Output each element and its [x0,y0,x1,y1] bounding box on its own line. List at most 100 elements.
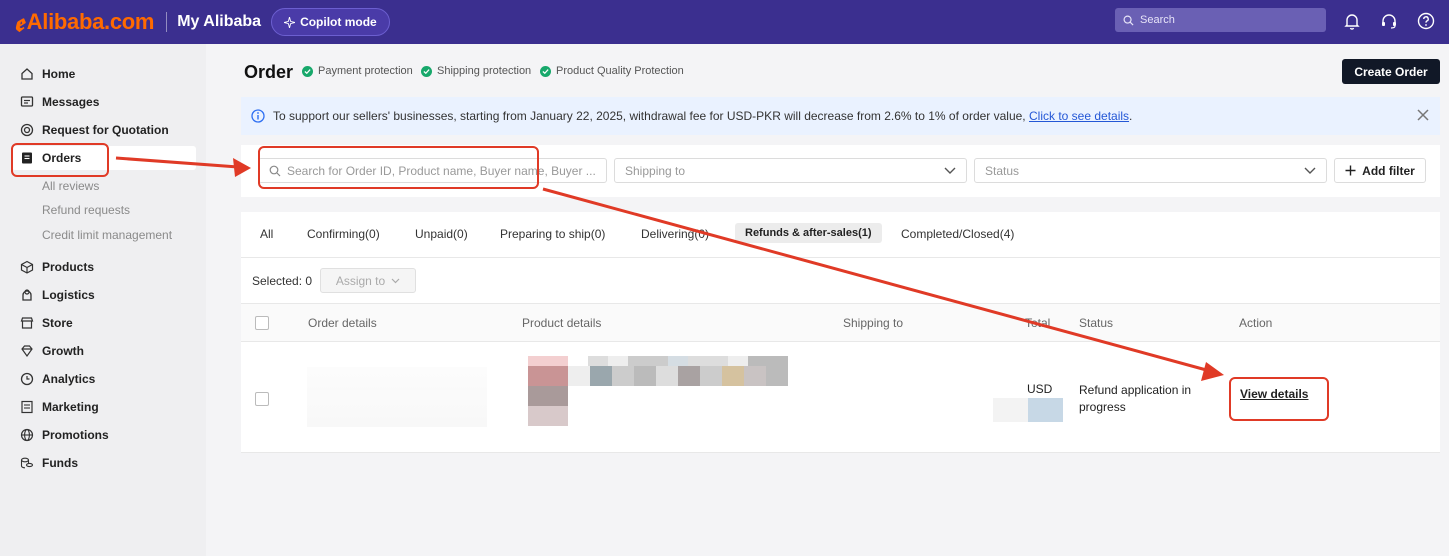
chevron-down-icon [1304,167,1316,174]
assign-to-label: Assign to [335,273,386,288]
sidebar-item-label: Funds [42,456,78,470]
sidebar-item-label: Store [42,316,73,330]
notice-banner: To support our sellers' businesses, star… [241,97,1440,135]
divider [166,12,168,32]
close-icon[interactable] [1416,108,1430,122]
protection-badge: Product Quality Protection [540,65,684,77]
alibaba-logo[interactable]: ꬲ Alibaba.com [14,6,154,39]
chevron-down-icon [944,167,956,174]
column-header: Product details [522,316,602,330]
shipping-to-select[interactable]: Shipping to [614,158,967,183]
check-circle-icon [302,65,313,77]
globe-icon [20,428,34,442]
brand-name: Alibaba.com [26,9,155,34]
tab-confirming[interactable]: Confirming(0) [307,227,380,241]
orders-panel: All Confirming(0) Unpaid(0) Preparing to… [241,212,1440,453]
tab-refunds[interactable]: Refunds & after-sales(1) [735,223,882,243]
protection-label: Payment protection [318,65,413,77]
headset-icon[interactable] [1378,10,1400,32]
marketing-icon [21,400,33,414]
sidebar-item-store[interactable]: Store [12,311,196,335]
notice-message: To support our sellers' businesses, star… [273,109,1026,123]
logistics-icon [22,289,32,301]
sidebar-item-label: Promotions [42,428,109,442]
sidebar-item-label: Products [42,260,95,274]
tab-all[interactable]: All [260,227,273,241]
protection-badge: Shipping protection [421,65,531,77]
box-icon [20,260,34,274]
sidebar-subitem-all-reviews[interactable]: All reviews [42,179,99,193]
filter-bar: Search for Order ID, Product name, Buyer… [241,145,1440,197]
sidebar-item-analytics[interactable]: Analytics [12,367,196,391]
status-select[interactable]: Status [974,158,1327,183]
sidebar-item-label: Growth [42,344,84,358]
tab-unpaid[interactable]: Unpaid(0) [415,227,468,241]
sidebar-item-label: Marketing [42,400,99,414]
sidebar-item-logistics[interactable]: Logistics [12,283,196,307]
column-header: Order details [308,316,377,330]
diamond-icon [21,345,33,358]
copilot-label: Copilot mode [300,15,377,29]
table-header: Order details Product details Shipping t… [241,304,1440,342]
sidebar-item-growth[interactable]: Growth [12,339,196,363]
sidebar-item-home[interactable]: Home [12,62,196,86]
selection-bar: Selected: 0 Assign to [241,258,1440,304]
sidebar-item-label: Request for Quotation [42,123,169,137]
sidebar-item-messages[interactable]: Messages [12,90,196,114]
top-bar: ꬲ Alibaba.com My Alibaba Copilot mode Se… [0,0,1449,44]
sidebar-item-label: Analytics [42,372,96,386]
order-status: Refund application in progress [1079,383,1192,414]
sidebar-item-marketing[interactable]: Marketing [12,395,196,419]
sidebar-item-funds[interactable]: Funds [12,451,196,475]
assign-to-button[interactable]: Assign to [320,268,416,293]
plus-icon [1345,165,1356,176]
tab-delivering[interactable]: Delivering(0) [641,227,709,241]
status-placeholder: Status [985,163,1020,178]
sidebar-item-rfq[interactable]: Request for Quotation [12,118,196,142]
check-circle-icon [421,65,432,77]
sidebar-item-label: Orders [42,151,82,165]
product-title[interactable]: My Alibaba [177,13,261,31]
order-tabs: All Confirming(0) Unpaid(0) Preparing to… [241,212,1440,258]
sidebar-subitem-credit-limit[interactable]: Credit limit management [42,228,172,242]
notice-details-link[interactable]: Click to see details [1029,109,1129,123]
row-checkbox[interactable] [255,392,269,406]
search-icon [1123,15,1134,26]
chevron-down-icon [391,278,400,283]
protection-label: Shipping protection [437,65,532,77]
page-title: Order [244,62,294,82]
alibaba-logo-mark: ꬲ [14,7,24,37]
sidebar-item-products[interactable]: Products [12,255,196,279]
home-icon [21,68,33,80]
coins-icon [20,457,34,469]
create-order-button[interactable]: Create Order [1342,59,1440,84]
order-search-placeholder: Search for Order ID, Product name, Buyer… [287,163,596,178]
tab-completed[interactable]: Completed/Closed(4) [901,227,1014,241]
column-header: Status [1079,316,1114,330]
notice-text: To support our sellers' businesses, star… [273,109,1132,123]
sidebar-item-label: Logistics [42,288,95,302]
add-filter-label: Add filter [1362,163,1415,178]
sidebar-subitem-refund-requests[interactable]: Refund requests [42,203,130,217]
help-icon[interactable] [1415,10,1437,32]
column-header: Shipping to [843,316,904,330]
sidebar-item-orders[interactable]: Orders [12,146,196,170]
sidebar-item-promotions[interactable]: Promotions [12,423,196,447]
global-search-input[interactable]: Search [1115,8,1326,32]
info-icon [251,109,265,123]
check-circle-icon [540,65,551,77]
copilot-mode-button[interactable]: Copilot mode [271,8,390,36]
total-currency: USD [1027,382,1053,396]
select-all-checkbox[interactable] [255,316,269,330]
bell-icon[interactable] [1341,10,1363,32]
clock-icon [20,372,34,386]
tab-preparing[interactable]: Preparing to ship(0) [500,227,605,241]
order-search-input[interactable]: Search for Order ID, Product name, Buyer… [258,158,607,183]
add-filter-button[interactable]: Add filter [1334,158,1426,183]
product-details-redacted [528,356,788,427]
message-icon [20,96,34,107]
order-details-redacted [307,367,487,427]
search-icon [269,165,281,176]
global-search-placeholder: Search [1140,14,1175,26]
view-details-link[interactable]: View details [1240,387,1308,401]
